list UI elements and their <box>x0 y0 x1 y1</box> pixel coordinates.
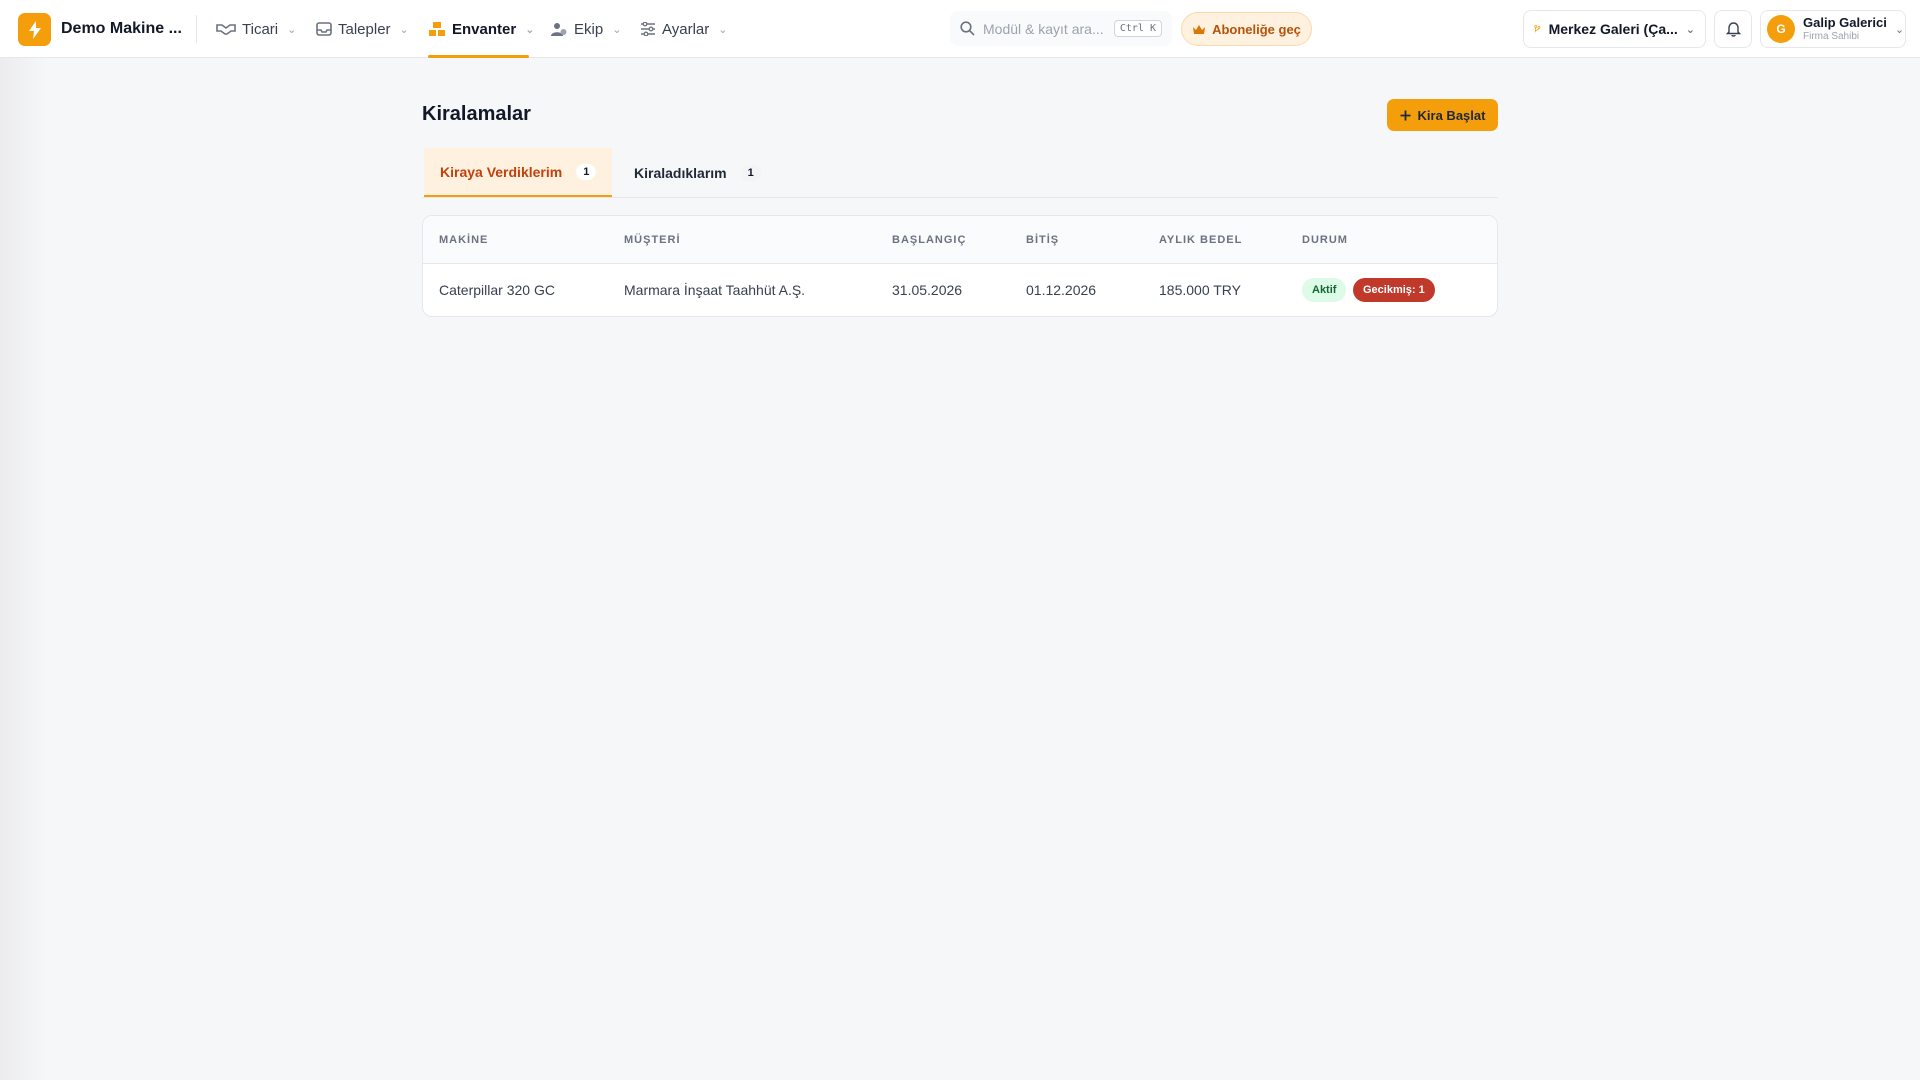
nav-label: Ekip <box>574 20 604 38</box>
column-header-monthly-fee[interactable]: AYLIK BEDEL <box>1159 234 1242 246</box>
user-name: Galip Galerici <box>1803 14 1887 30</box>
shortcut-hint: Ctrl K <box>1113 20 1162 37</box>
nav-ekip[interactable]: Ekip ⌄ <box>550 0 621 58</box>
page-title: Kiralamalar <box>422 103 531 125</box>
subscribe-button[interactable]: Aboneliğe geç <box>1181 12 1312 46</box>
branch-selector[interactable]: Merkez Galeri (Ça... ⌄ <box>1523 10 1706 48</box>
divider <box>196 15 197 43</box>
branch-label: Merkez Galeri (Ça... <box>1548 21 1678 37</box>
cell-customer: Marmara İnşaat Taahhüt A.Ş. <box>624 282 806 298</box>
tab-count-badge: 1 <box>576 163 597 180</box>
nav-label: Ayarlar <box>662 20 710 38</box>
nav-ayarlar[interactable]: Ayarlar ⌄ <box>640 0 727 58</box>
nav-ticari[interactable]: Ticari ⌄ <box>216 0 296 58</box>
top-bar: Demo Makine ... Ticari ⌄ Talepler ⌄ Enva… <box>0 0 1920 58</box>
nav-envanter[interactable]: Envanter ⌄ <box>428 0 534 58</box>
chevron-down-icon: ⌄ <box>399 23 409 36</box>
search-input[interactable]: Modül & kayıt ara... Ctrl K <box>950 11 1172 46</box>
left-edge-shade <box>0 58 48 1080</box>
nav-label: Ticari <box>242 20 279 38</box>
tab-rented-out[interactable]: Kiraya Verdiklerim 1 <box>424 148 613 197</box>
chevron-down-icon: ⌄ <box>612 23 622 36</box>
column-header-customer[interactable]: MÜŞTERİ <box>624 234 681 246</box>
column-header-status[interactable]: DURUM <box>1302 234 1348 246</box>
start-rental-label: Kira Başlat <box>1417 107 1486 123</box>
lightning-icon <box>28 20 41 39</box>
plus-icon <box>1400 110 1411 120</box>
search-icon <box>960 21 975 36</box>
cell-start-date: 31.05.2026 <box>892 282 963 298</box>
subscribe-label: Aboneliğe geç <box>1212 21 1301 37</box>
sliders-icon <box>641 22 655 36</box>
column-header-start[interactable]: BAŞLANGIÇ <box>892 234 966 246</box>
notifications-button[interactable] <box>1714 10 1752 48</box>
overdue-badge: Gecikmiş: 1 <box>1353 278 1435 302</box>
rentals-table: MAKİNE MÜŞTERİ BAŞLANGIÇ BİTİŞ AYLIK BED… <box>422 215 1498 317</box>
column-header-end[interactable]: BİTİŞ <box>1026 234 1059 246</box>
branch-icon <box>1534 25 1541 33</box>
table-header: MAKİNE MÜŞTERİ BAŞLANGIÇ BİTİŞ AYLIK BED… <box>423 216 1497 264</box>
user-role: Firma Sahibi <box>1803 30 1860 42</box>
cell-monthly-fee: 185.000 TRY <box>1159 282 1241 298</box>
cell-end-date: 01.12.2026 <box>1026 282 1097 298</box>
brand-name[interactable]: Demo Makine ... <box>61 20 182 38</box>
chevron-down-icon: ⌄ <box>718 23 728 36</box>
tab-count-badge: 1 <box>740 164 761 181</box>
user-menu[interactable]: G Galip Galerici Firma Sahibi ⌄ <box>1760 10 1906 48</box>
app-logo[interactable] <box>18 13 51 46</box>
user-info: Galip Galerici Firma Sahibi <box>1803 14 1887 42</box>
status-badge: Aktif <box>1302 278 1347 302</box>
column-header-machine[interactable]: MAKİNE <box>439 234 488 246</box>
crown-icon <box>1193 24 1206 34</box>
users-icon <box>551 22 567 36</box>
avatar: G <box>1767 15 1795 43</box>
nav-talepler[interactable]: Talepler ⌄ <box>316 0 409 58</box>
tabs-divider <box>422 197 1498 198</box>
handshake-icon <box>216 24 236 35</box>
chevron-down-icon: ⌄ <box>525 23 535 36</box>
boxes-icon <box>429 22 445 36</box>
bell-icon <box>1725 22 1741 37</box>
tab-label: Kiraya Verdiklerim <box>440 163 563 180</box>
search-placeholder: Modül & kayıt ara... <box>983 20 1104 37</box>
chevron-down-icon: ⌄ <box>1685 23 1695 36</box>
start-rental-button[interactable]: Kira Başlat <box>1387 99 1498 131</box>
nav-label: Envanter <box>452 20 517 38</box>
tab-rented-in[interactable]: Kiraladıklarım 1 <box>618 148 777 197</box>
nav-active-indicator <box>428 55 529 58</box>
tab-label: Kiraladıklarım <box>634 164 727 181</box>
chevron-down-icon: ⌄ <box>287 23 297 36</box>
inbox-icon <box>316 22 332 36</box>
nav-label: Talepler <box>338 20 391 38</box>
cell-machine: Caterpillar 320 GC <box>439 282 555 298</box>
chevron-down-icon: ⌄ <box>1894 23 1905 36</box>
